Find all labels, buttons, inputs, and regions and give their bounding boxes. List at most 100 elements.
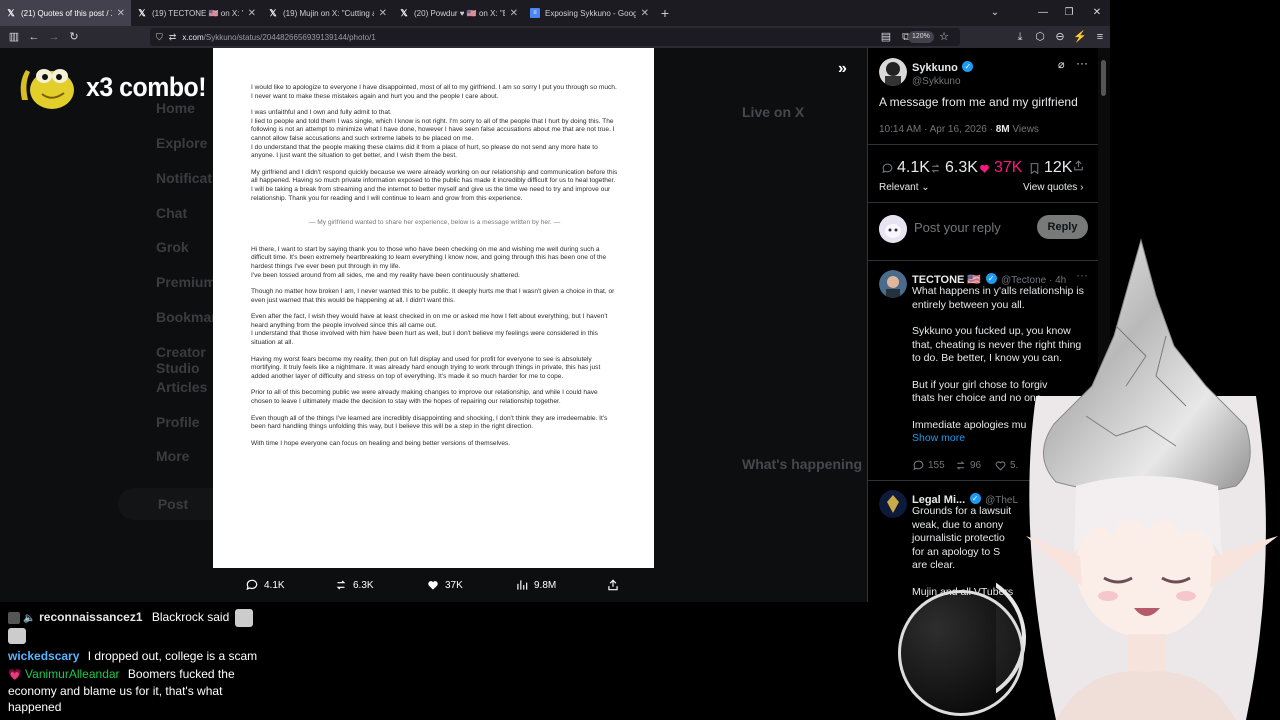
site-info-icon[interactable]: ⇄ (169, 32, 177, 43)
post-time[interactable]: 10:14 AM · Apr 16, 2026 · (879, 124, 996, 135)
back-icon[interactable]: ← (24, 26, 44, 48)
bookmark-icon (1030, 162, 1039, 174)
doc-paragraph: Hi there, I want to start by saying than… (251, 245, 607, 279)
photo-reply-button[interactable]: 4.1K (245, 578, 285, 592)
extension-icon[interactable]: ⚡ (1070, 26, 1090, 48)
repost-icon (931, 163, 940, 173)
chat-message: 🔈 reconnaissancez1 Blackrock said (8, 609, 263, 648)
maximize-icon[interactable]: ❐ (1056, 0, 1082, 26)
sidebar-toggle-icon[interactable]: ▥ (4, 26, 24, 48)
x-logo-icon: 𝕏 (400, 8, 408, 18)
photo-like-button[interactable]: 37K (426, 578, 463, 592)
tab-quotes[interactable]: 𝕏 (21) Quotes of this post / X ✕ (0, 0, 131, 26)
avatar[interactable] (879, 490, 907, 518)
nav-post-button: Post (118, 488, 228, 520)
nav-grok: Grok (156, 239, 189, 255)
x-logo-icon: 𝕏 (138, 8, 146, 18)
bookmark-star-icon[interactable]: ☆ (934, 26, 954, 48)
zoom-level[interactable]: 120% (908, 31, 934, 43)
sort-replies-button[interactable]: Relevant ⌄ (879, 182, 930, 193)
share-icon (608, 579, 618, 591)
close-tab-icon[interactable]: ✕ (510, 8, 518, 19)
account-icon[interactable]: ⊖ (1050, 26, 1070, 48)
chat-username[interactable]: wickedscary (8, 649, 79, 663)
chat-username[interactable]: reconnaissancez1 (39, 610, 142, 624)
emote-image (14, 62, 76, 112)
reply-count: 155 (928, 460, 945, 471)
avatar[interactable] (879, 58, 907, 86)
collapse-panel-icon[interactable]: » (838, 60, 847, 78)
avatar[interactable] (879, 270, 907, 298)
tab-mujin[interactable]: 𝕏 (19) Mujin on X: "Cutting all ti ✕ (262, 0, 393, 26)
scrollbar-thumb[interactable] (1101, 60, 1106, 96)
like-count: 37K (994, 159, 1023, 176)
screen: 𝕏 (21) Quotes of this post / X ✕ 𝕏 (19) … (0, 0, 1280, 720)
bookmark-button[interactable]: 12K (1028, 159, 1072, 177)
nav-more: More (156, 448, 190, 464)
minimize-icon[interactable]: — (1030, 0, 1056, 26)
doc-paragraph: With time I hope everyone can focus on h… (251, 439, 511, 447)
post-meta: 10:14 AM · Apr 16, 2026 · 8M Views (879, 124, 1039, 135)
grok-icon[interactable]: ⌀ (1058, 58, 1065, 71)
doc-paragraph: My girlfriend and I didn't respond quick… (251, 168, 618, 202)
repost-count: 6.3K (945, 159, 978, 176)
close-window-icon[interactable]: ✕ (1084, 0, 1110, 26)
reload-icon[interactable]: ↻ (64, 26, 84, 48)
repost-button[interactable]: 6.3K (929, 159, 978, 177)
emote-icon (8, 628, 263, 648)
photo-share-button[interactable] (606, 578, 620, 592)
tab-tectone[interactable]: 𝕏 (19) TECTONE 🇺🇸 on X: "Cutting ✕ (131, 0, 262, 26)
close-tab-icon[interactable]: ✕ (117, 8, 125, 19)
like-button[interactable]: 37K (978, 159, 1022, 177)
tab-title: (19) TECTONE 🇺🇸 on X: "Cutting (152, 8, 243, 18)
author-handle[interactable]: @Sykkuno (912, 76, 973, 87)
reply-icon (246, 579, 258, 591)
mute-icon (8, 612, 20, 624)
tab-powdur[interactable]: 𝕏 (20) Powdur ♥ 🇺🇸 on X: "Bao, ✕ (393, 0, 524, 26)
reply-reply-button[interactable]: 155 (912, 459, 945, 472)
repost-icon (336, 580, 346, 590)
extensions-icon[interactable]: ⬡ (1030, 26, 1050, 48)
menu-icon[interactable]: ≡ (1090, 26, 1110, 48)
toolbar-icons: ⤓ ⬡ ⊖ ⚡ ≡ (1010, 26, 1110, 48)
magnifier-lens (898, 590, 1024, 716)
share-button[interactable] (1072, 159, 1085, 172)
address-bar[interactable]: ⛉ ⇄ x.com/Sykkuno/status/204482665693913… (150, 28, 960, 46)
tab-title: Exposing Sykkuno - Google Do (545, 8, 636, 18)
heart-badge-icon: 💗 (8, 669, 22, 681)
photo-views-button[interactable]: 9.8M (515, 578, 556, 592)
doc-paragraph: I was unfaithful and I own and fully adm… (251, 109, 615, 160)
list-tabs-icon[interactable]: ⌄ (982, 0, 1008, 26)
author-name[interactable]: Sykkuno (912, 62, 958, 74)
combo-text: x3 combo! (86, 71, 207, 102)
author-block[interactable]: Sykkuno ✓ @Sykkuno (912, 58, 974, 87)
chevron-right-icon: › (1080, 182, 1084, 193)
photo-repost-button[interactable]: 6.3K (334, 578, 374, 592)
view-quotes-link[interactable]: View quotes › (1023, 182, 1083, 193)
doc-paragraph: Having my worst fears become my reality,… (251, 355, 601, 380)
chat-text: I dropped out, college is a scam (87, 649, 258, 663)
more-options-icon[interactable]: ··· (1076, 56, 1088, 70)
tab-title: (21) Quotes of this post / X (21, 8, 112, 18)
reply-repost-button[interactable]: 96 (954, 459, 981, 472)
downloads-icon[interactable]: ⤓ (1010, 26, 1030, 48)
new-tab-button[interactable]: + (655, 5, 675, 21)
navigation-bar: ▥ ← → ↻ ⛉ ⇄ x.com/Sykkuno/status/2044826… (0, 26, 1110, 48)
close-tab-icon[interactable]: ✕ (379, 8, 387, 19)
close-tab-icon[interactable]: ✕ (641, 8, 649, 19)
photo-action-bar: 4.1K 6.3K 37K 9.8M (213, 575, 654, 595)
forward-icon[interactable]: → (44, 26, 64, 48)
reply-input[interactable]: Post your reply (914, 220, 1001, 235)
divider (868, 202, 1098, 203)
nav-articles: Articles (156, 379, 208, 395)
doc-separator: — My girlfriend wanted to share her expe… (308, 219, 561, 227)
reply-button[interactable]: 4.1K (881, 159, 930, 177)
tab-bar: 𝕏 (21) Quotes of this post / X ✕ 𝕏 (19) … (0, 0, 1110, 26)
reader-view-icon[interactable]: ▤ (876, 26, 896, 48)
tab-title: (19) Mujin on X: "Cutting all ti (283, 8, 374, 18)
close-tab-icon[interactable]: ✕ (248, 8, 256, 19)
chat-text: Blackrock said (151, 610, 230, 625)
chat-username[interactable]: VanimurAlleandar (25, 667, 120, 681)
sort-label: Relevant (879, 182, 919, 193)
tab-google-doc[interactable]: ≡ Exposing Sykkuno - Google Do ✕ (524, 0, 655, 26)
